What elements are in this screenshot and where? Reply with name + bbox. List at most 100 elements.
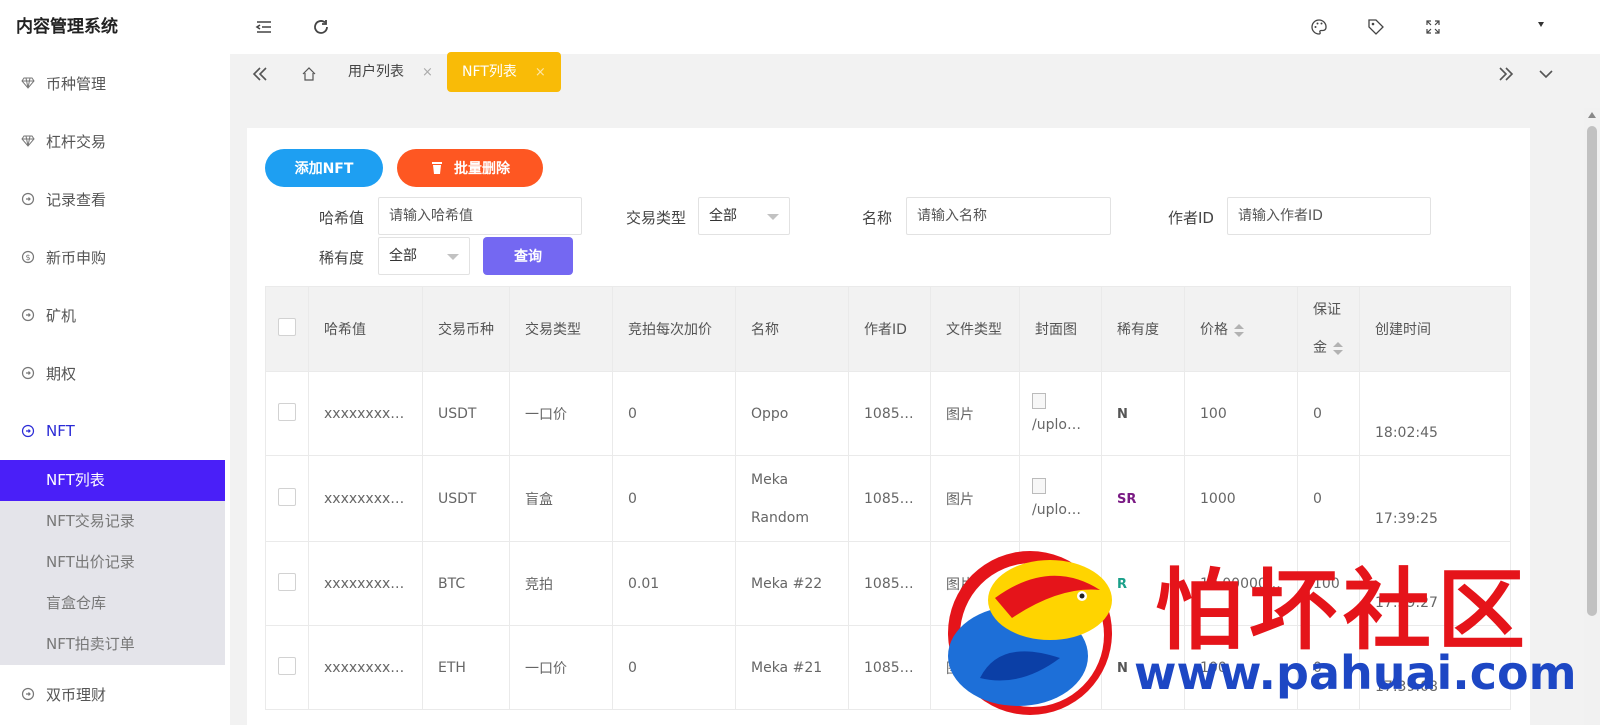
- broken-image-icon: [1032, 562, 1046, 579]
- close-icon[interactable]: ×: [535, 65, 546, 80]
- chevron-down-icon[interactable]: [1534, 62, 1558, 86]
- trade-type-select[interactable]: 全部: [698, 197, 790, 235]
- rarity-select[interactable]: 全部: [378, 237, 470, 275]
- row-select-checkbox[interactable]: [278, 402, 296, 421]
- cell-bid-increment: 0.01: [612, 541, 736, 626]
- cell-price: 100: [1184, 625, 1298, 710]
- cell-trade-type: 一口价: [509, 371, 613, 456]
- cell-cover: /upload_nft: [1019, 625, 1102, 710]
- circle-arrow-icon: [20, 686, 36, 702]
- double-chevron-left-icon[interactable]: [248, 62, 272, 86]
- user-menu[interactable]: [1480, 14, 1550, 40]
- cell-name: Oppo: [735, 371, 849, 456]
- caret-down-icon[interactable]: [1538, 22, 1544, 27]
- submenu-item-nft-list[interactable]: NFT列表: [0, 460, 225, 501]
- nft-table: 哈希值 交易币种 交易类型 竞拍每次加价 名称 作者ID 文件类型 封面图 稀有…: [265, 286, 1511, 710]
- tab-nft-list[interactable]: NFT列表 ×: [447, 52, 561, 92]
- circle-arrow-icon: [20, 191, 36, 207]
- cover-path: /upload_nft: [1032, 586, 1101, 603]
- sort-icon[interactable]: [1234, 323, 1244, 337]
- rarity-badge: N: [1117, 660, 1128, 676]
- nft-submenu: NFT列表 NFT交易记录 NFT出价记录 盲盒仓库 NFT拍卖订单: [0, 460, 225, 665]
- sidebar-item-records[interactable]: 记录查看: [0, 170, 230, 228]
- sidebar-item-options[interactable]: 期权: [0, 344, 230, 402]
- caret-down-icon: [447, 254, 459, 260]
- cell-cover: /upload_nft: [1019, 371, 1102, 456]
- cell-trade-type: 盲盒: [509, 455, 613, 542]
- redacted-date: [1372, 464, 1462, 486]
- header-rarity: 稀有度: [1101, 286, 1185, 372]
- circle-arrow-icon: [20, 307, 36, 323]
- row-select-checkbox[interactable]: [278, 572, 296, 591]
- submenu-item-auction-orders[interactable]: NFT拍卖订单: [0, 624, 225, 665]
- table-row[interactable]: xxxxxxxxxxxxxxxxUSDT一口价0Oppo10856...图片/u…: [265, 371, 1511, 456]
- cell-author-id: 10856...: [848, 541, 931, 626]
- hash-label: 哈希值: [319, 209, 365, 227]
- sidebar-item-miner[interactable]: 矿机: [0, 286, 230, 344]
- cell-author-id: 10856...: [848, 371, 931, 456]
- header-price[interactable]: 价格: [1184, 286, 1298, 372]
- cell-hash: xxxxxxxxxxxxxxxx: [308, 371, 423, 456]
- cell-hash: xxxxxxxxxxxxxxxx: [308, 625, 423, 710]
- diamond-icon: [20, 133, 36, 149]
- author-id-input[interactable]: [1227, 197, 1431, 235]
- home-icon[interactable]: [297, 62, 321, 86]
- theme-icon[interactable]: [1307, 15, 1331, 39]
- created-time-text: 17:39:27: [1375, 595, 1438, 611]
- cell-file-type: 图片: [930, 625, 1020, 710]
- sidebar-item-dual-currency[interactable]: 双币理财: [0, 665, 230, 723]
- submenu-item-nft-bids[interactable]: NFT出价记录: [0, 542, 225, 583]
- sort-icon[interactable]: [1333, 341, 1343, 355]
- select-all-checkbox[interactable]: [278, 318, 296, 336]
- tabs-bar: 用户列表 × NFT列表 ×: [230, 52, 1600, 94]
- scroll-thumb[interactable]: [1587, 126, 1597, 616]
- row-select-checkbox[interactable]: [278, 656, 296, 675]
- header-deposit[interactable]: 保证金: [1297, 286, 1360, 372]
- sidebar-item-leverage[interactable]: 杠杆交易: [0, 112, 230, 170]
- cell-bid-increment: 0: [612, 371, 736, 456]
- sidebar-item-new-coin[interactable]: $ 新币申购: [0, 228, 230, 286]
- submenu-item-blindbox[interactable]: 盲盒仓库: [0, 583, 225, 624]
- double-chevron-right-icon[interactable]: [1494, 62, 1518, 86]
- refresh-icon[interactable]: [309, 15, 333, 39]
- header-coin: 交易币种: [422, 286, 510, 372]
- cell-rarity: N: [1101, 625, 1185, 710]
- sidebar: 内容管理系统 币种管理 杠杆交易 记录查看 $ 新币申购 矿机 期权 NFT N…: [0, 0, 230, 725]
- cell-coin: ETH: [422, 625, 510, 710]
- sidebar-item-nft[interactable]: NFT: [0, 402, 230, 460]
- vertical-scrollbar[interactable]: [1584, 108, 1600, 725]
- cell-coin: BTC: [422, 541, 510, 626]
- cell-trade-type: 一口价: [509, 625, 613, 710]
- cell-price: 10.0000000: [1184, 541, 1298, 626]
- tag-icon[interactable]: [1364, 15, 1388, 39]
- cell-deposit: 0: [1297, 371, 1360, 456]
- table-row[interactable]: xxxxxxxxxxxxxxxxBTC竞拍0.01Meka #2210856..…: [265, 541, 1511, 626]
- menu-fold-icon[interactable]: [252, 15, 276, 39]
- table-row[interactable]: xxxxxxxxxxxxxxxxETH一口价0Meka #2110856...图…: [265, 625, 1511, 710]
- sidebar-item-currency[interactable]: 币种管理: [0, 54, 230, 112]
- table-row[interactable]: xxxxxxxxxxxxxxxxUSDT盲盒0Meka Random10856.…: [265, 455, 1511, 542]
- author-id-label: 作者ID: [1168, 209, 1214, 227]
- cell-created-time: 17:39:08: [1359, 625, 1511, 710]
- tab-user-list[interactable]: 用户列表 ×: [348, 52, 433, 92]
- redacted-date: [1372, 634, 1462, 656]
- cell-cover: /upload_nft: [1019, 455, 1102, 542]
- query-button[interactable]: 查询: [483, 237, 573, 275]
- cell-deposit: 100: [1297, 541, 1360, 626]
- broken-image-icon: [1032, 646, 1046, 663]
- close-icon[interactable]: ×: [422, 65, 433, 80]
- scroll-up-arrow-icon[interactable]: [1588, 112, 1596, 118]
- hash-input[interactable]: [378, 197, 582, 235]
- diamond-icon: [20, 75, 36, 91]
- submenu-item-nft-trades[interactable]: NFT交易记录: [0, 501, 225, 542]
- header-cover: 封面图: [1019, 286, 1102, 372]
- cell-rarity: R: [1101, 541, 1185, 626]
- batch-delete-button[interactable]: 批量删除: [397, 149, 543, 187]
- header-trade-type: 交易类型: [509, 286, 613, 372]
- trade-type-label: 交易类型: [626, 209, 687, 227]
- name-input[interactable]: [906, 197, 1111, 235]
- header-select-all[interactable]: [265, 286, 309, 372]
- row-select-checkbox[interactable]: [278, 487, 296, 506]
- fullscreen-icon[interactable]: [1421, 15, 1445, 39]
- add-nft-button[interactable]: 添加NFT: [265, 149, 383, 187]
